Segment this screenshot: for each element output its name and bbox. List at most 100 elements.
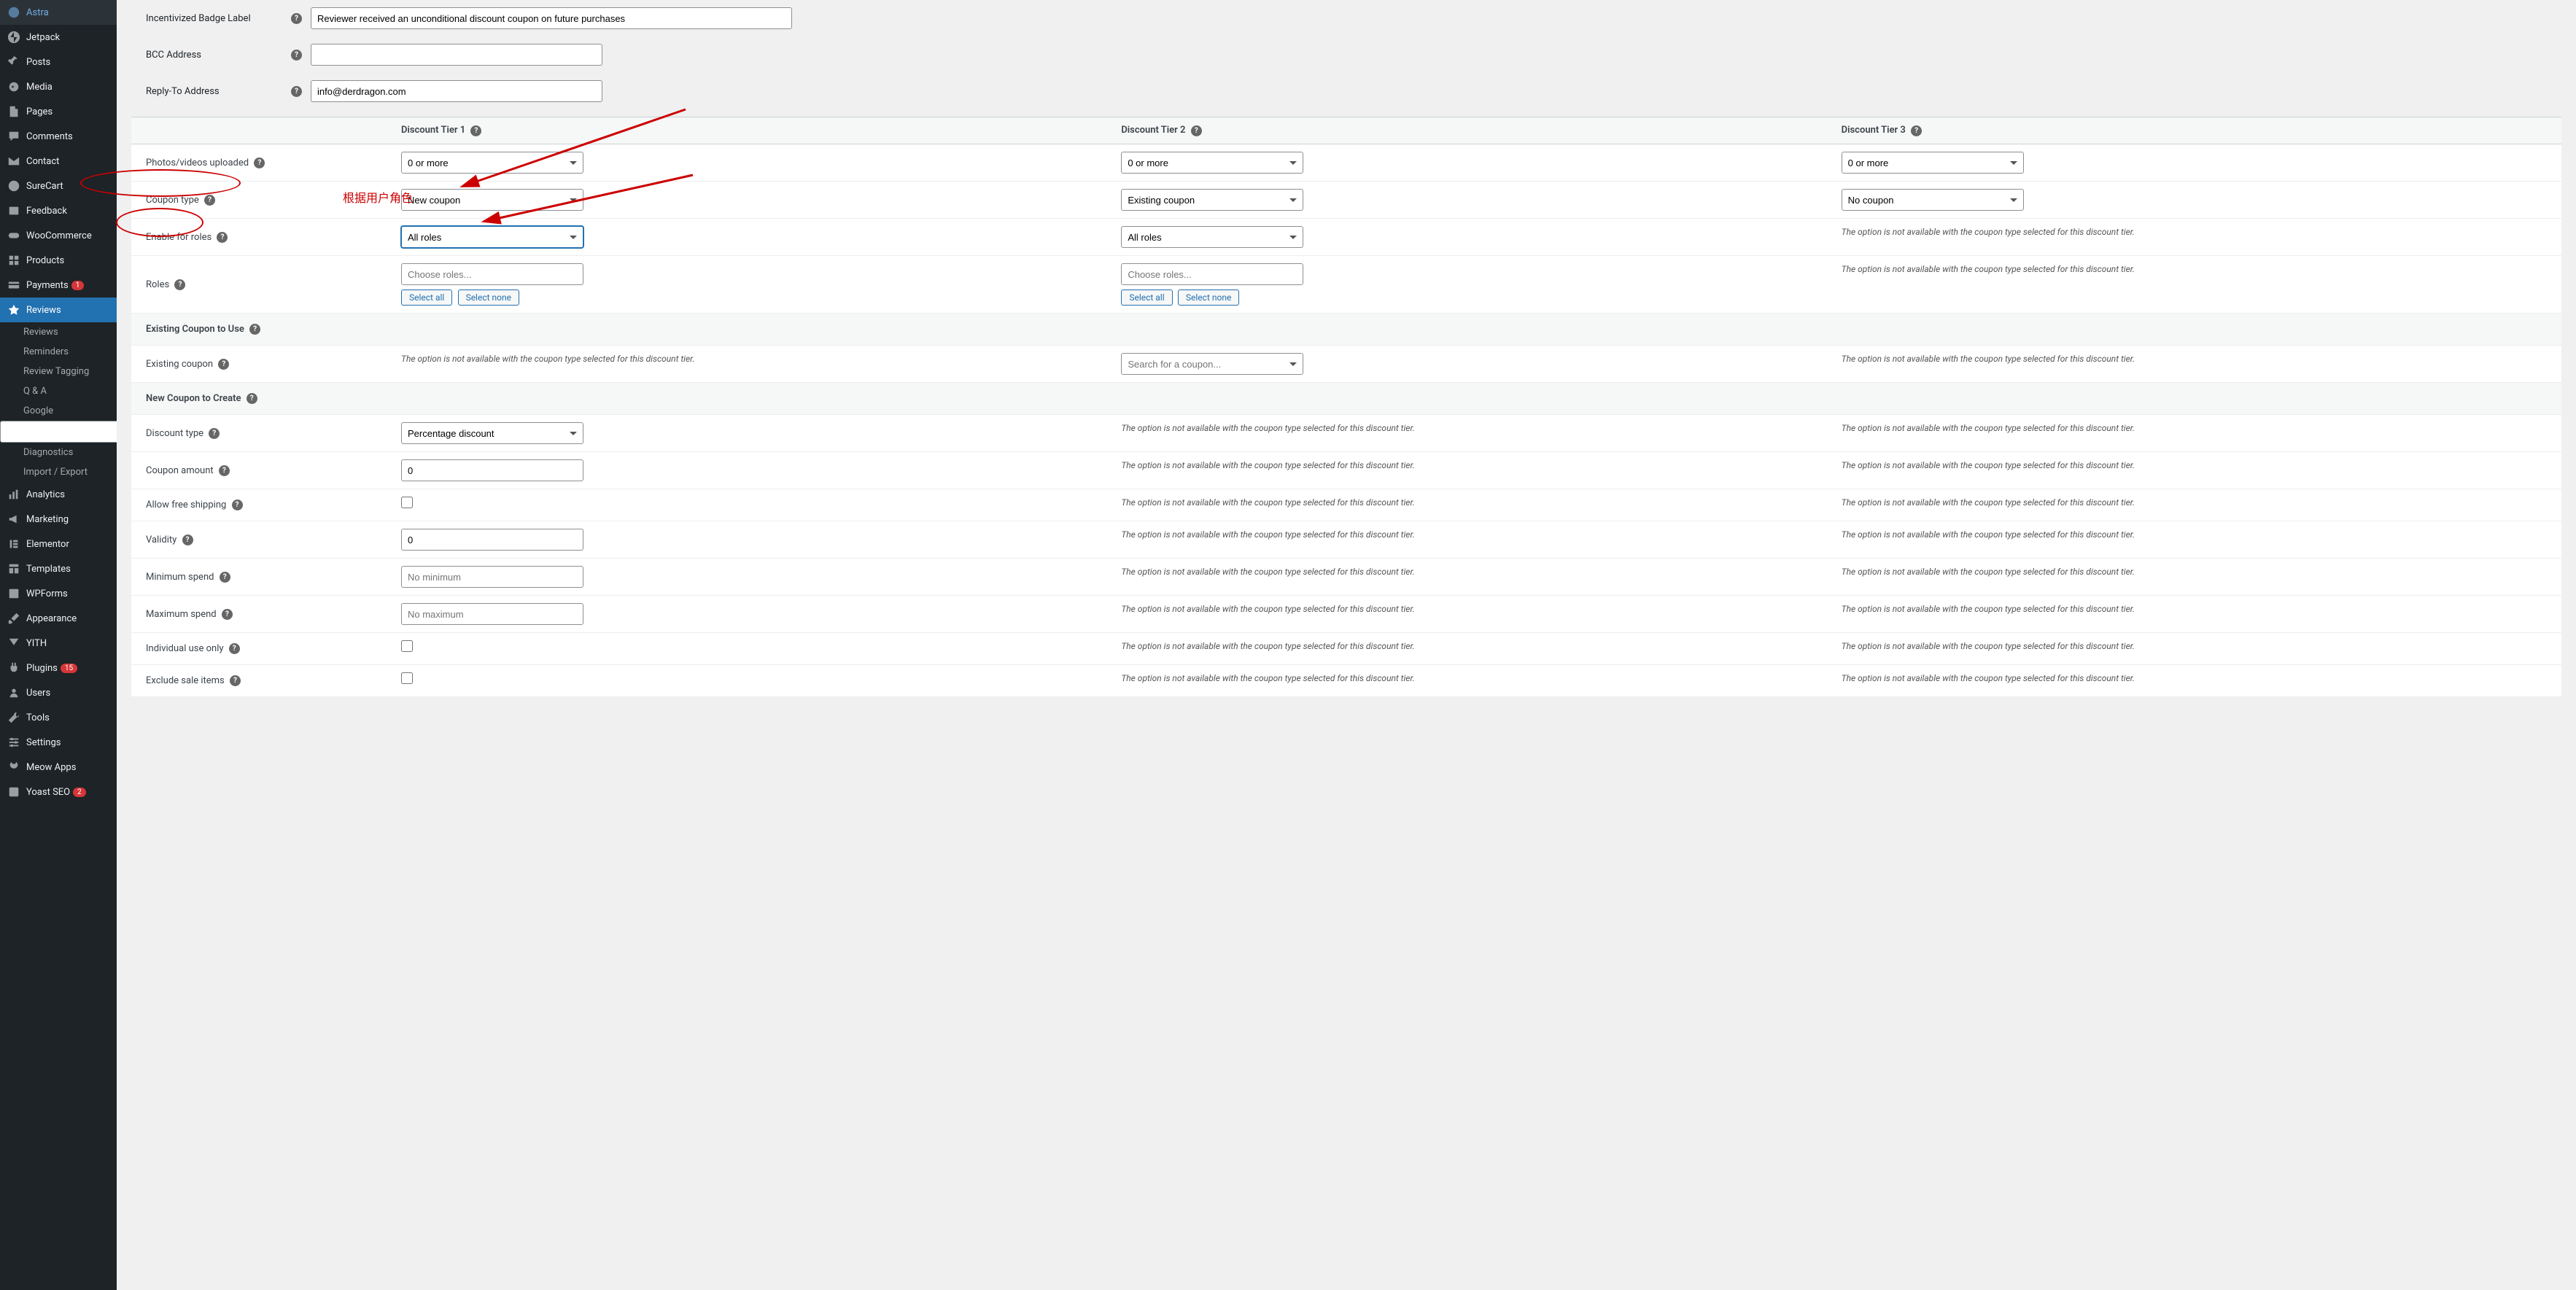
unavailable-text: The option is not available with the cou…	[1842, 497, 2547, 509]
help-icon[interactable]: ?	[470, 125, 481, 136]
unavailable-text: The option is not available with the cou…	[1121, 422, 1826, 435]
individual-t1-checkbox[interactable]	[401, 640, 413, 652]
coupon-type-t2-select[interactable]	[1121, 189, 1303, 211]
help-icon[interactable]: ?	[209, 428, 220, 439]
sidebar-item-users[interactable]: Users	[0, 680, 117, 705]
help-icon[interactable]: ?	[247, 393, 257, 404]
help-icon[interactable]: ?	[204, 195, 215, 206]
enable-roles-t2-select[interactable]	[1121, 226, 1303, 248]
enable-roles-t1-select[interactable]	[401, 226, 583, 248]
sidebar-item-wpforms[interactable]: WPForms	[0, 581, 117, 606]
sidebar-item-products[interactable]: Products	[0, 248, 117, 273]
bcc-input[interactable]	[311, 44, 602, 66]
sidebar-item-reviews[interactable]: Reviews	[0, 298, 117, 322]
sidebar-item-contact[interactable]: Contact	[0, 149, 117, 174]
exclude-sale-t1-checkbox[interactable]	[401, 672, 413, 684]
sidebar-subitem-reviews[interactable]: Reviews	[0, 322, 117, 342]
sidebar-item-analytics[interactable]: Analytics	[0, 482, 117, 507]
roles-t2-input[interactable]	[1121, 263, 1303, 285]
help-icon[interactable]: ?	[174, 279, 185, 290]
discount-type-label: Discount type	[146, 428, 203, 439]
sidebar-item-tools[interactable]: Tools	[0, 705, 117, 730]
existing-coupon-t2-select[interactable]	[1121, 353, 1303, 375]
help-icon[interactable]: ?	[291, 13, 302, 24]
feedback-icon	[7, 204, 20, 217]
sidebar-item-settings[interactable]: Settings	[0, 730, 117, 755]
sidebar-subitem-review-tagging[interactable]: Review Tagging	[0, 362, 117, 381]
help-icon[interactable]: ?	[254, 158, 265, 168]
sidebar-item-payments[interactable]: Payments1	[0, 273, 117, 298]
sidebar-item-jetpack[interactable]: Jetpack	[0, 25, 117, 50]
coupon-type-t3-select[interactable]	[1842, 189, 2024, 211]
help-icon[interactable]: ?	[182, 535, 193, 545]
unavailable-text: The option is not available with the cou…	[1121, 640, 1826, 653]
select-all-button[interactable]: Select all	[1121, 290, 1172, 306]
woo-icon	[7, 229, 20, 242]
sidebar-item-posts[interactable]: Posts	[0, 50, 117, 74]
unavailable-text: The option is not available with the cou…	[1121, 672, 1826, 685]
reply-input[interactable]	[311, 80, 602, 102]
enable-roles-label: Enable for roles	[146, 232, 212, 243]
min-spend-t1-input[interactable]	[401, 566, 583, 588]
select-all-button[interactable]: Select all	[401, 290, 452, 306]
sidebar-item-media[interactable]: Media	[0, 74, 117, 99]
unavailable-text: The option is not available with the cou…	[1842, 263, 2547, 276]
sidebar-item-yoast-seo[interactable]: Yoast SEO2	[0, 780, 117, 804]
help-icon[interactable]: ?	[291, 50, 302, 61]
brush-icon	[7, 612, 20, 625]
photos-label: Photos/videos uploaded	[146, 158, 249, 168]
sidebar-item-templates[interactable]: Templates	[0, 556, 117, 581]
help-icon[interactable]: ?	[1191, 125, 1202, 136]
sidebar-item-marketing[interactable]: Marketing	[0, 507, 117, 532]
sidebar-item-elementor[interactable]: Elementor	[0, 532, 117, 556]
tier1-header: Discount Tier 1 ?	[401, 125, 1121, 136]
help-icon[interactable]: ?	[222, 609, 233, 620]
sidebar-subitem-reminders[interactable]: Reminders	[0, 342, 117, 362]
media-icon	[7, 80, 20, 93]
sidebar-item-surecart[interactable]: SureCart	[0, 174, 117, 198]
unavailable-text: The option is not available with the cou…	[1121, 603, 1826, 615]
photos-t3-select[interactable]	[1842, 152, 2024, 174]
help-icon[interactable]: ?	[220, 572, 230, 583]
photos-t1-select[interactable]	[401, 152, 583, 174]
coupon-type-t1-select[interactable]	[401, 189, 583, 211]
incentivized-input[interactable]	[311, 7, 792, 29]
help-icon[interactable]: ?	[229, 643, 240, 654]
help-icon[interactable]: ?	[291, 86, 302, 97]
help-icon[interactable]: ?	[219, 465, 230, 476]
help-icon[interactable]: ?	[1911, 125, 1922, 136]
sidebar-item-feedback[interactable]: Feedback	[0, 198, 117, 223]
discount-type-t1-select[interactable]	[401, 422, 583, 444]
coupon-amount-t1-input[interactable]	[401, 459, 583, 481]
free-shipping-t1-checkbox[interactable]	[401, 497, 413, 508]
sidebar-item-woocommerce[interactable]: WooCommerce	[0, 223, 117, 248]
help-icon[interactable]: ?	[249, 324, 260, 335]
help-icon[interactable]: ?	[217, 232, 228, 243]
sidebar-subitem-q-a[interactable]: Q & A	[0, 381, 117, 401]
sidebar-item-plugins[interactable]: Plugins15	[0, 656, 117, 680]
max-spend-t1-input[interactable]	[401, 603, 583, 625]
sidebar-subitem-google[interactable]: Google	[0, 401, 117, 421]
sidebar-subitem-import-export[interactable]: Import / Export	[0, 462, 117, 482]
select-none-button[interactable]: Select none	[1178, 290, 1239, 306]
sidebar-item-astra[interactable]: Astra	[0, 0, 117, 25]
unavailable-text: The option is not available with the cou…	[1121, 529, 1826, 541]
help-icon[interactable]: ?	[232, 500, 243, 510]
select-none-button[interactable]: Select none	[458, 290, 519, 306]
help-icon[interactable]: ?	[218, 359, 229, 370]
new-coupon-header: New Coupon to Create	[146, 393, 241, 404]
marketing-icon	[7, 513, 20, 526]
sidebar-item-appearance[interactable]: Appearance	[0, 606, 117, 631]
sidebar-subitem-diagnostics[interactable]: Diagnostics	[0, 443, 117, 462]
validity-t1-input[interactable]	[401, 529, 583, 551]
min-spend-label: Minimum spend	[146, 572, 214, 583]
individual-label: Individual use only	[146, 643, 224, 654]
sidebar-item-comments[interactable]: Comments	[0, 124, 117, 149]
photos-t2-select[interactable]	[1121, 152, 1303, 174]
roles-t1-input[interactable]	[401, 263, 583, 285]
sidebar-item-pages[interactable]: Pages	[0, 99, 117, 124]
sidebar-subitem-settings[interactable]: Settings	[0, 421, 117, 443]
sidebar-item-meow-apps[interactable]: Meow Apps	[0, 755, 117, 780]
help-icon[interactable]: ?	[230, 675, 241, 686]
sidebar-item-yith[interactable]: YITH	[0, 631, 117, 656]
